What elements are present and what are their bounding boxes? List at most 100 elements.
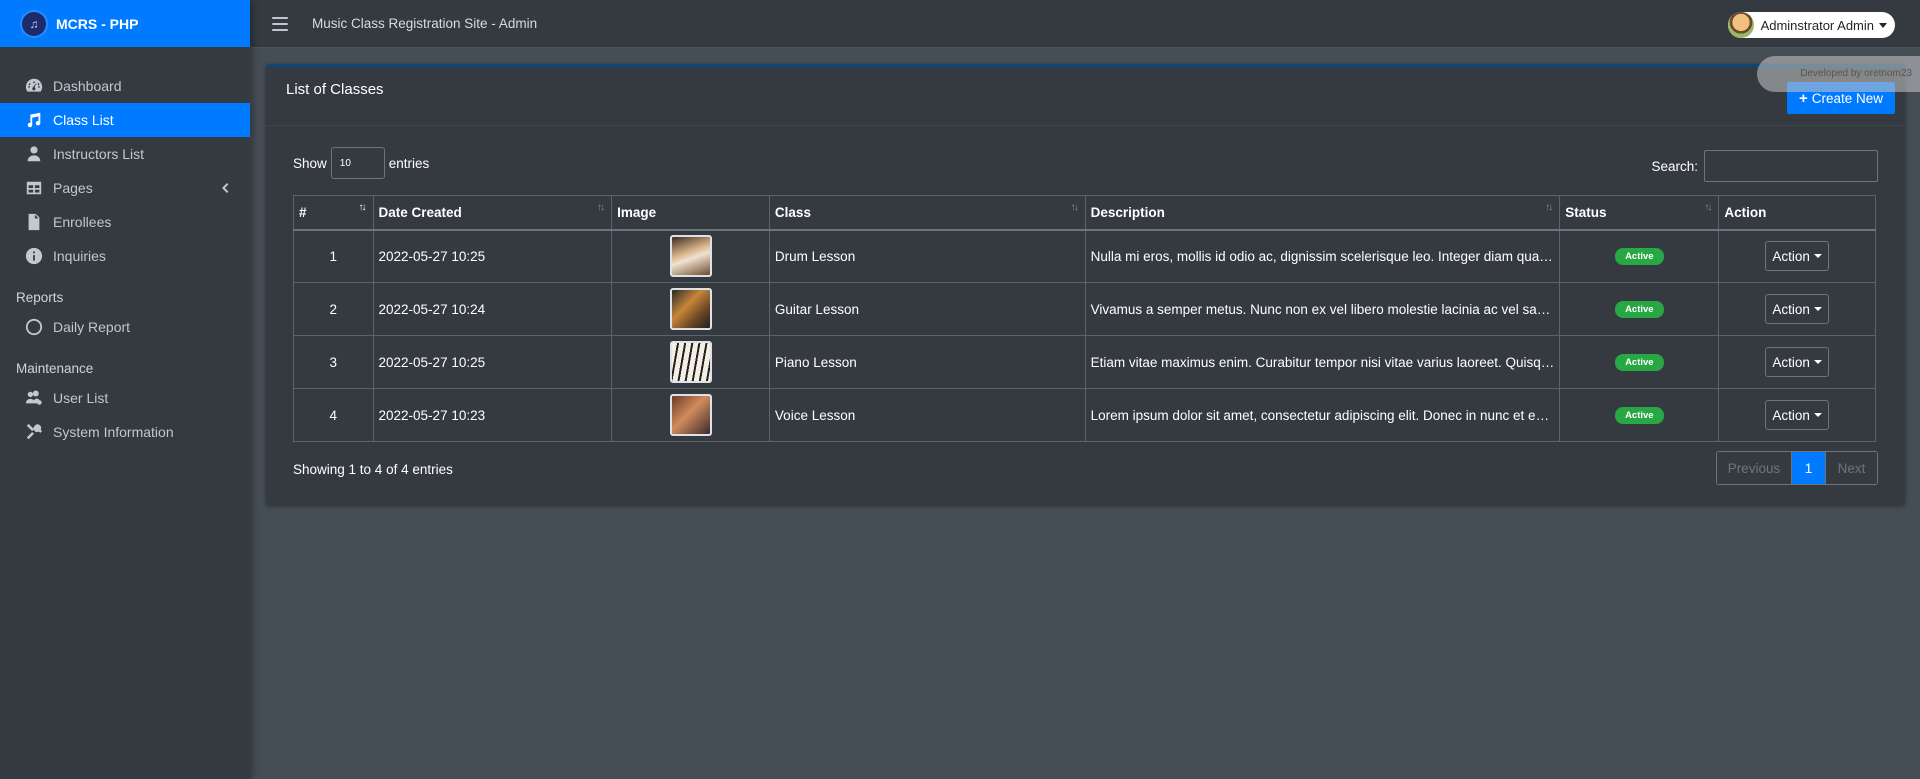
- status-cell: Active: [1559, 282, 1720, 336]
- chevron-left-icon[interactable]: [218, 181, 232, 195]
- sidebar-item-daily-report[interactable]: Daily Report: [0, 310, 250, 344]
- developer-credit: Developed by oretnom23: [1757, 56, 1920, 92]
- sort-icon: ↑↓: [1704, 202, 1712, 213]
- class-thumbnail: [669, 341, 712, 383]
- column-header-action: Action: [1718, 195, 1876, 231]
- pagination: Previous 1 Next: [1716, 451, 1878, 485]
- row-number: 3: [293, 335, 374, 389]
- brand-link[interactable]: ♫ MCRS - PHP: [0, 0, 250, 47]
- table-info: Showing 1 to 4 of 4 entries: [293, 462, 453, 477]
- sidebar-item-instructors-list[interactable]: Instructors List: [0, 137, 250, 171]
- pagination-previous-button[interactable]: Previous: [1717, 452, 1792, 484]
- sidebar-item-system-information[interactable]: System Information: [0, 415, 250, 449]
- search-label: Search:: [1651, 158, 1698, 174]
- sidebar-item-enrollees[interactable]: Enrollees: [0, 205, 250, 239]
- class-description: Vivamus a semper metus. Nunc non ex vel …: [1084, 282, 1561, 336]
- caret-down-icon: [1813, 307, 1822, 311]
- table-row: 2 2022-05-27 10:24 Guitar Lesson Vivamus…: [293, 282, 1876, 336]
- column-header-status[interactable]: Status ↑↓: [1559, 195, 1720, 231]
- action-cell: Action: [1718, 388, 1876, 442]
- sidebar-item-class-list[interactable]: Class List: [0, 103, 250, 137]
- table-icon: [24, 178, 44, 198]
- user-tie-icon: [24, 144, 44, 164]
- top-navbar: Music Class Registration Site - Admin Ad…: [250, 0, 1920, 48]
- show-label: Show: [293, 155, 327, 171]
- sidebar-item-inquiries[interactable]: Inquiries: [0, 239, 250, 273]
- entries-length-control: Show 10 entries: [293, 147, 429, 179]
- class-name: Guitar Lesson: [768, 282, 1086, 336]
- search-control: Search:: [1651, 150, 1878, 182]
- music-icon: [24, 110, 44, 130]
- action-dropdown-button[interactable]: Action: [1765, 294, 1829, 324]
- class-thumbnail: [669, 235, 712, 278]
- row-number: 4: [293, 388, 374, 442]
- search-input[interactable]: [1704, 150, 1878, 182]
- sidebar-item-label: User List: [53, 390, 109, 406]
- status-cell: Active: [1559, 388, 1720, 442]
- music-note-icon: ♫: [22, 11, 46, 36]
- date-created: 2022-05-27 10:25: [372, 229, 613, 283]
- hamburger-menu-icon[interactable]: [272, 16, 288, 31]
- sort-icon: ↑↓: [597, 202, 605, 213]
- file-icon: [24, 212, 44, 232]
- column-header-date-created[interactable]: Date Created ↑↓: [372, 195, 613, 231]
- nav-header-reports: Reports: [16, 290, 64, 305]
- column-header-class[interactable]: Class ↑↓: [768, 195, 1086, 231]
- sidebar: ♫ MCRS - PHP Dashboard Class List Instru…: [0, 0, 250, 779]
- class-image-cell: [611, 388, 770, 442]
- column-header-number[interactable]: # ↑↓: [293, 195, 374, 231]
- class-thumbnail: [669, 288, 712, 330]
- class-name: Voice Lesson: [768, 388, 1086, 442]
- date-created: 2022-05-27 10:23: [372, 388, 613, 442]
- pagination-page-1[interactable]: 1: [1792, 452, 1825, 484]
- column-header-image: Image: [611, 195, 770, 231]
- sort-icon: ↑↓: [1545, 202, 1553, 213]
- user-menu-dropdown[interactable]: Adminstrator Admin: [1727, 12, 1895, 38]
- table-row: 3 2022-05-27 10:25 Piano Lesson Etiam vi…: [293, 335, 1876, 389]
- status-badge: Active: [1615, 354, 1664, 371]
- info-circle-icon: [24, 246, 44, 266]
- nav-header-maintenance: Maintenance: [16, 361, 94, 376]
- entries-select-value: 10: [339, 157, 351, 169]
- action-cell: Action: [1718, 335, 1876, 389]
- sidebar-item-pages[interactable]: Pages: [0, 171, 250, 205]
- table-header-row: # ↑↓ Date Created ↑↓ Image Class ↑↓ Descrip…: [293, 195, 1876, 231]
- column-header-description[interactable]: Description ↑↓: [1084, 195, 1561, 231]
- tachometer-icon: [24, 76, 44, 96]
- sidebar-nav: Dashboard Class List Instructors List Pa…: [0, 47, 250, 449]
- entries-label: entries: [388, 155, 430, 171]
- avatar: [1727, 12, 1754, 38]
- row-number: 2: [293, 282, 374, 336]
- circle-icon: [24, 317, 44, 337]
- tools-icon: [24, 422, 44, 442]
- sidebar-item-label: Inquiries: [53, 248, 106, 264]
- class-description: Nulla mi eros, mollis id odio ac, dignis…: [1084, 229, 1561, 283]
- status-cell: Active: [1559, 229, 1720, 283]
- caret-down-icon: [1813, 254, 1822, 259]
- sidebar-item-label: Pages: [53, 180, 93, 196]
- status-badge: Active: [1615, 301, 1664, 318]
- sidebar-item-label: Dashboard: [53, 78, 122, 94]
- action-dropdown-button[interactable]: Action: [1765, 400, 1829, 430]
- sidebar-item-user-list[interactable]: User List: [0, 381, 250, 415]
- action-cell: Action: [1718, 282, 1876, 336]
- action-dropdown-button[interactable]: Action: [1765, 347, 1829, 377]
- pagination-next-button[interactable]: Next: [1825, 452, 1877, 484]
- date-created: 2022-05-27 10:24: [372, 282, 613, 336]
- users-cog-icon: [24, 388, 44, 408]
- sort-asc-icon: ↑↓: [358, 202, 367, 213]
- row-number: 1: [293, 229, 374, 283]
- entries-select[interactable]: 10: [330, 147, 385, 179]
- class-name: Piano Lesson: [768, 335, 1086, 389]
- class-description: Etiam vitae maximus enim. Curabitur temp…: [1084, 335, 1561, 389]
- action-dropdown-button[interactable]: Action: [1765, 241, 1829, 272]
- user-name: Adminstrator Admin: [1760, 17, 1874, 33]
- class-image-cell: [611, 229, 770, 283]
- card-header: List of Classes + Create New: [266, 67, 1905, 126]
- table-row: 4 2022-05-27 10:23 Voice Lesson Lorem ip…: [293, 388, 1876, 442]
- caret-down-icon: [1813, 360, 1822, 364]
- sidebar-item-dashboard[interactable]: Dashboard: [0, 69, 250, 103]
- caret-down-icon: [1879, 22, 1887, 28]
- classes-table: # ↑↓ Date Created ↑↓ Image Class ↑↓ Descrip…: [293, 195, 1876, 442]
- site-title: Music Class Registration Site - Admin: [312, 16, 538, 31]
